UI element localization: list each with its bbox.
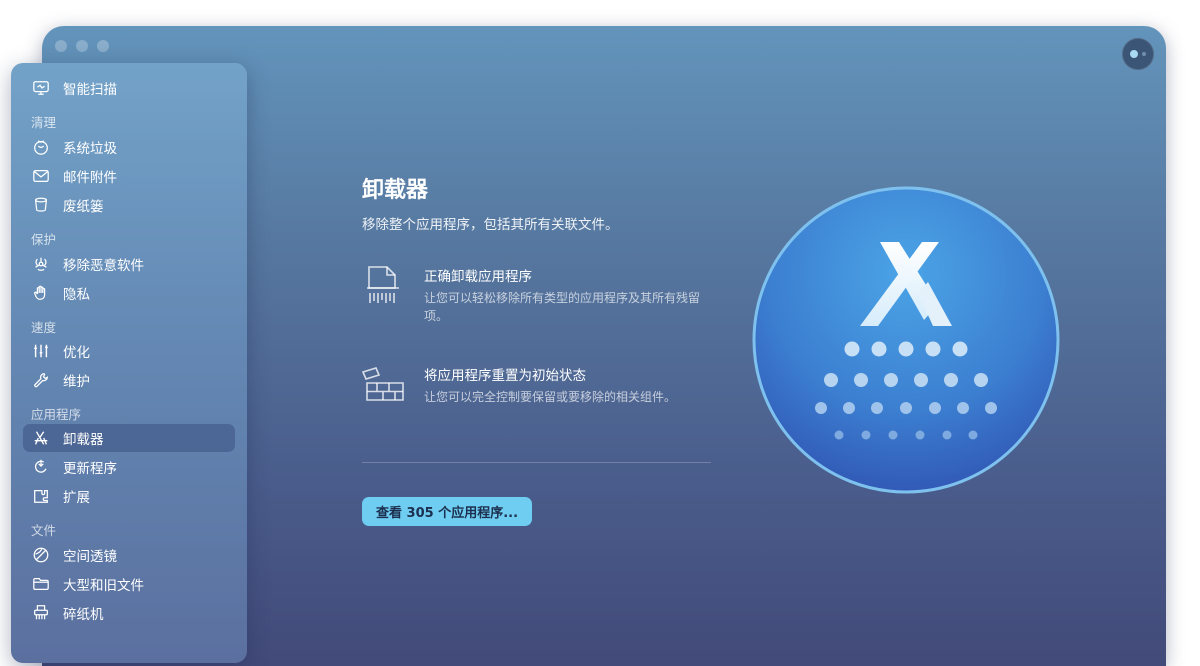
sidebar-item-space-lens[interactable]: 空间透镜 <box>23 541 235 569</box>
sidebar-item-label: 隐私 <box>63 287 90 303</box>
sidebar-item-maintenance[interactable]: 维护 <box>23 366 235 394</box>
uninstaller-icon <box>31 428 51 448</box>
wrench-icon <box>31 370 51 390</box>
sidebar-item-smart-scan[interactable]: 智能扫描 <box>23 74 235 102</box>
sidebar-item-label: 优化 <box>63 345 90 361</box>
sidebar-item-label: 卸载器 <box>63 432 104 448</box>
mail-icon <box>31 166 51 186</box>
sidebar-item-mail-attachments[interactable]: 邮件附件 <box>23 162 235 190</box>
sidebar-item-label: 邮件附件 <box>63 170 117 186</box>
space-lens-icon <box>31 545 51 565</box>
feature-title: 将应用程序重置为初始状态 <box>424 368 586 384</box>
sidebar-item-label: 扩展 <box>63 490 90 506</box>
sidebar-item-uninstaller[interactable]: 卸载器 <box>23 424 235 452</box>
sidebar-item-shredder[interactable]: 碎纸机 <box>23 599 235 627</box>
view-applications-button[interactable]: 查看 305 个应用程序... <box>362 497 533 526</box>
sidebar-item-optimization[interactable]: 优化 <box>23 337 235 365</box>
trash-icon <box>31 195 51 215</box>
folder-icon <box>31 574 51 594</box>
sidebar-item-label: 空间透镜 <box>63 549 117 565</box>
uninstaller-hero-icon <box>752 186 1060 494</box>
biohazard-icon <box>31 254 51 274</box>
sidebar-item-system-junk[interactable]: 系统垃圾 <box>23 133 235 161</box>
sidebar-item-extensions[interactable]: 扩展 <box>23 482 235 510</box>
zoom-window-button[interactable] <box>97 40 109 52</box>
page-subtitle: 移除整个应用程序，包括其所有关联文件。 <box>362 217 619 233</box>
window-controls <box>55 40 109 52</box>
updater-icon <box>31 457 51 477</box>
sidebar-section-speed: 速度 <box>31 320 57 335</box>
divider <box>362 462 711 463</box>
sidebar-item-privacy[interactable]: 隐私 <box>23 279 235 307</box>
shredder-icon <box>31 603 51 623</box>
sidebar-item-updater[interactable]: 更新程序 <box>23 453 235 481</box>
assistant-icon[interactable] <box>1122 38 1154 70</box>
monitor-scan-icon <box>31 78 51 98</box>
sidebar-item-label: 智能扫描 <box>63 82 117 98</box>
sidebar-item-label: 移除恶意软件 <box>63 258 144 274</box>
feature-description: 让您可以完全控制要保留或要移除的相关组件。 <box>424 390 677 404</box>
close-window-button[interactable] <box>55 40 67 52</box>
bricks-reset-icon <box>361 363 405 407</box>
minimize-window-button[interactable] <box>76 40 88 52</box>
sidebar-item-label: 废纸篓 <box>63 199 104 215</box>
sidebar-item-label: 系统垃圾 <box>63 141 117 157</box>
feature-title: 正确卸载应用程序 <box>424 269 532 285</box>
sliders-icon <box>31 341 51 361</box>
sidebar-item-large-old-files[interactable]: 大型和旧文件 <box>23 570 235 598</box>
sidebar-section-applications: 应用程序 <box>31 407 82 422</box>
sidebar-section-protection: 保护 <box>31 232 57 247</box>
sidebar-item-malware-removal[interactable]: 移除恶意软件 <box>23 250 235 278</box>
document-shred-icon <box>361 263 405 307</box>
page-title: 卸载器 <box>362 178 429 203</box>
hand-icon <box>31 283 51 303</box>
sidebar-section-cleanup: 清理 <box>31 115 57 130</box>
sidebar-section-files: 文件 <box>31 523 57 538</box>
sidebar-item-label: 维护 <box>63 374 90 390</box>
system-junk-icon <box>31 137 51 157</box>
sidebar-item-trash[interactable]: 废纸篓 <box>23 191 235 219</box>
feature-description: 让您可以轻松移除所有类型的应用程序及其所有残留项。 <box>424 291 701 323</box>
sidebar: 智能扫描 清理 系统垃圾 邮件附件 废纸篓 保护 移除恶意软件 隐私 速度 优化… <box>11 63 247 663</box>
extensions-icon <box>31 486 51 506</box>
sidebar-item-label: 大型和旧文件 <box>63 578 144 594</box>
sidebar-item-label: 更新程序 <box>63 461 117 477</box>
sidebar-item-label: 碎纸机 <box>63 607 104 623</box>
